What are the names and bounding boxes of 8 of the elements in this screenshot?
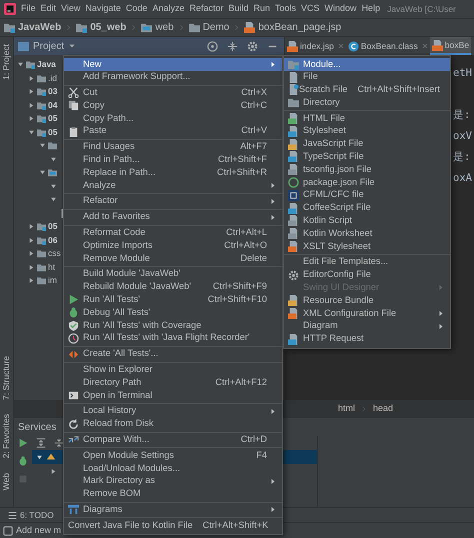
code-text: oxA [453,172,472,184]
code-text: 是: [453,151,470,163]
window-title: JavaWeb [C:\User [387,2,456,16]
code-text: etH [453,67,472,79]
status-text: Add new m [16,524,62,537]
code-text: oxV [453,130,472,142]
code-text: 是: [453,109,470,121]
panel-title: Services [18,420,56,434]
